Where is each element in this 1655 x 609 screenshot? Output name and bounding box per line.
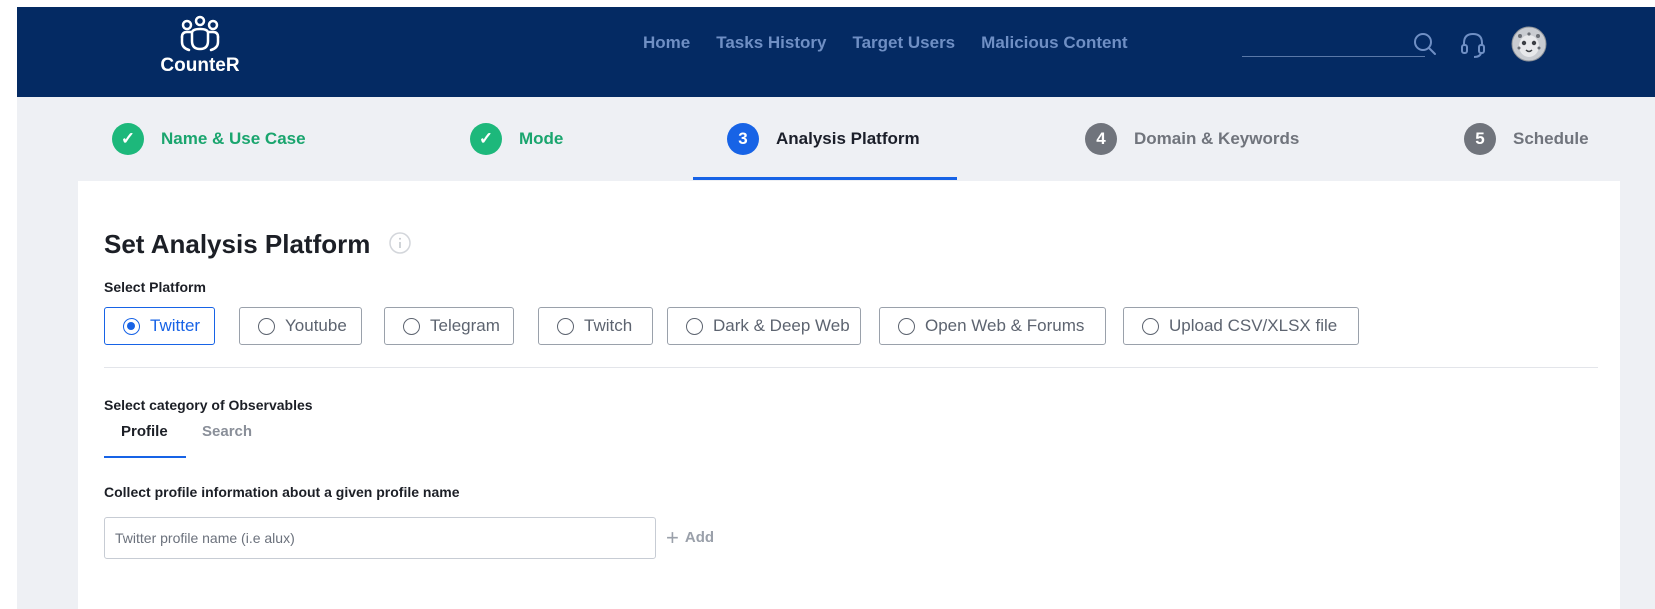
check-icon: ✓ [112, 123, 144, 155]
radio-icon [686, 317, 703, 335]
active-step-indicator [693, 177, 957, 180]
radio-icon [557, 317, 574, 335]
observables-category-label: Select category of Observables [104, 397, 313, 413]
step-domain-keywords[interactable]: 4 Domain & Keywords [1085, 97, 1299, 181]
step-number-badge: 4 [1085, 123, 1117, 155]
step-number-badge: 5 [1464, 123, 1496, 155]
info-icon[interactable] [389, 232, 411, 259]
nav-item-tasks-history[interactable]: Tasks History [716, 33, 826, 53]
step-label: Domain & Keywords [1134, 129, 1300, 148]
profile-name-input[interactable] [105, 518, 655, 558]
step-label: Name & Use Case [161, 129, 306, 148]
platform-option-label: Dark & Deep Web [713, 316, 850, 335]
step-schedule[interactable]: 5 Schedule [1464, 97, 1589, 181]
platform-option-telegram[interactable]: Telegram [384, 307, 514, 345]
step-mode[interactable]: ✓ Mode [470, 97, 563, 181]
platform-option-label: Telegram [430, 316, 500, 335]
radio-icon [258, 317, 275, 335]
collect-profile-label: Collect profile information about a give… [104, 484, 460, 500]
radio-icon [403, 317, 420, 335]
nav-item-target-users[interactable]: Target Users [852, 33, 955, 53]
profile-name-field[interactable] [104, 517, 656, 559]
main-nav: Home Tasks History Target Users Maliciou… [643, 33, 1154, 53]
select-platform-label: Select Platform [104, 279, 206, 295]
avatar[interactable] [1511, 26, 1547, 67]
platform-option-twitter[interactable]: Twitter [104, 307, 215, 345]
top-nav-bar: CounteR Home Tasks History Target Users … [17, 7, 1655, 97]
platform-option-label: Twitch [584, 316, 633, 335]
search-icon[interactable] [1412, 31, 1438, 62]
platform-option-upload-file[interactable]: Upload CSV/XLSX file [1123, 307, 1359, 345]
headset-icon[interactable] [1460, 31, 1486, 64]
radio-selected-icon [123, 317, 140, 335]
platform-option-label: Upload CSV/XLSX file [1169, 316, 1338, 335]
platform-option-label: Open Web & Forums [925, 316, 1085, 335]
check-icon: ✓ [470, 123, 502, 155]
platform-option-twitch[interactable]: Twitch [538, 307, 653, 345]
step-analysis-platform[interactable]: 3 Analysis Platform [727, 97, 920, 181]
platform-option-label: Youtube [285, 316, 347, 335]
step-label: Analysis Platform [776, 129, 920, 148]
analysis-platform-panel: Set Analysis Platform Select Platform Tw… [78, 181, 1620, 609]
app-frame: CounteR Home Tasks History Target Users … [17, 7, 1655, 609]
nav-item-home[interactable]: Home [643, 33, 690, 53]
add-button-label: Add [684, 529, 715, 546]
platform-option-dark-deep-web[interactable]: Dark & Deep Web [667, 307, 861, 345]
nav-item-malicious-content[interactable]: Malicious Content [981, 33, 1127, 53]
tab-profile[interactable]: Profile [121, 423, 168, 440]
platform-option-open-web-forums[interactable]: Open Web & Forums [879, 307, 1106, 345]
radio-icon [898, 317, 915, 335]
app-name: CounteR [160, 55, 240, 76]
add-profile-button[interactable]: + Add [666, 524, 715, 550]
radio-icon [1142, 317, 1159, 335]
section-divider [104, 367, 1598, 368]
wizard-stepper: ✓ Name & Use Case ✓ Mode 3 Analysis Plat… [17, 97, 1655, 181]
app-logo[interactable]: CounteR [145, 15, 255, 85]
step-label: Mode [519, 129, 564, 148]
step-name-use-case[interactable]: ✓ Name & Use Case [112, 97, 306, 181]
active-tab-indicator [104, 456, 186, 458]
tab-search[interactable]: Search [202, 423, 252, 440]
people-group-icon [180, 15, 220, 52]
platform-option-youtube[interactable]: Youtube [239, 307, 362, 345]
page-title: Set Analysis Platform [104, 229, 371, 259]
step-label: Schedule [1513, 129, 1589, 148]
plus-icon: + [666, 524, 679, 550]
platform-option-label: Twitter [150, 316, 201, 335]
search-input-underline[interactable] [1242, 56, 1425, 57]
step-number-badge: 3 [727, 123, 759, 155]
